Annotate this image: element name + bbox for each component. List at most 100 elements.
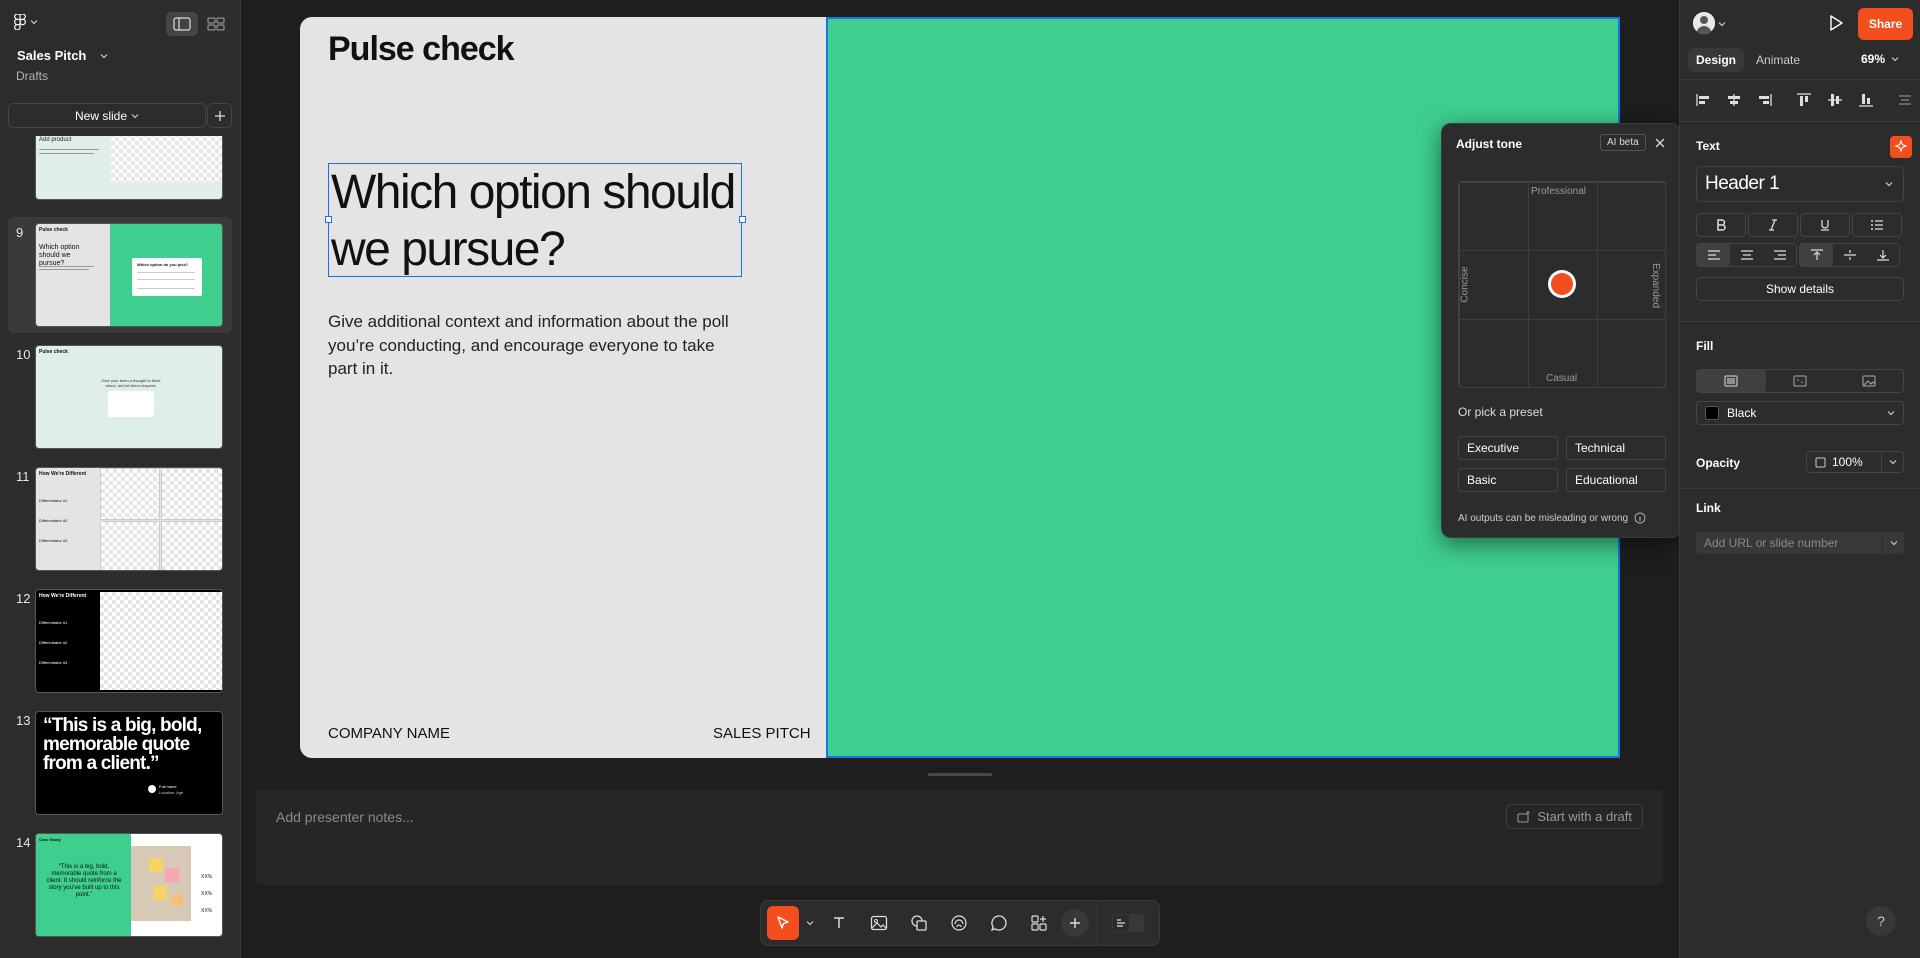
- slide-item-9[interactable]: 9 Pulse check Which option should we pur…: [8, 217, 232, 333]
- single-view-button[interactable]: [166, 12, 198, 36]
- list-button[interactable]: [1852, 213, 1902, 237]
- main-menu-button[interactable]: [14, 14, 38, 30]
- show-details-button[interactable]: Show details: [1696, 277, 1904, 301]
- image-placeholder: [111, 136, 222, 182]
- text-style-select[interactable]: Header 1: [1696, 166, 1904, 202]
- vertical-bottom-icon: [1876, 250, 1889, 261]
- underline-button[interactable]: [1800, 213, 1850, 237]
- fill-color-name: Black: [1727, 406, 1757, 420]
- italic-button[interactable]: [1748, 213, 1798, 237]
- grid-view-button[interactable]: [200, 12, 232, 36]
- help-button[interactable]: ?: [1866, 906, 1896, 936]
- slide-number: 9: [16, 225, 24, 240]
- chevron-down-icon[interactable]: [1718, 20, 1726, 28]
- align-middle-button[interactable]: [1820, 88, 1849, 112]
- figma-logo-icon: [14, 14, 26, 30]
- panel-layout-icon: [173, 17, 191, 31]
- slide-thumbnail: Pulse check Which option should we pursu…: [35, 223, 223, 327]
- chevron-down-icon: [131, 113, 139, 118]
- start-draft-button[interactable]: Start with a draft: [1506, 804, 1643, 829]
- tone-handle[interactable]: [1548, 270, 1576, 298]
- text-align-right-button[interactable]: [1763, 244, 1796, 266]
- info-icon[interactable]: [1634, 512, 1646, 524]
- image-tool-button[interactable]: [861, 906, 897, 940]
- align-left-button[interactable]: [1688, 88, 1717, 112]
- preset-educational[interactable]: Educational: [1566, 468, 1666, 492]
- vertical-align-top-button[interactable]: [1800, 244, 1833, 266]
- close-button[interactable]: [1650, 133, 1670, 153]
- share-button[interactable]: Share: [1858, 8, 1913, 40]
- fill-solid-tab[interactable]: [1697, 370, 1766, 392]
- resize-handle-left[interactable]: [325, 216, 332, 223]
- link-menu-button[interactable]: [1882, 532, 1904, 554]
- move-tool-button[interactable]: [767, 906, 799, 940]
- opacity-input[interactable]: 100%: [1806, 451, 1882, 473]
- shape-tool-button[interactable]: [901, 906, 937, 940]
- slide-footer-pitch[interactable]: SALES PITCH: [713, 725, 811, 742]
- slide-heading-textbox[interactable]: Which option should we pursue?: [328, 163, 742, 277]
- align-left-icon: [1695, 94, 1709, 106]
- text-tool-button[interactable]: [821, 906, 857, 940]
- present-button[interactable]: [1828, 14, 1844, 32]
- comment-icon: [990, 915, 1007, 932]
- zoom-control[interactable]: 69%: [1861, 52, 1899, 66]
- align-center-h-button[interactable]: [1719, 88, 1748, 112]
- slide-item-14[interactable]: 14 Case Study “This is a big, bold, memo…: [8, 827, 232, 943]
- chevron-down-icon: [30, 20, 38, 25]
- thumb-title: Pulse check: [39, 349, 68, 355]
- align-top-button[interactable]: [1789, 88, 1818, 112]
- tone-axis-top: Professional: [1531, 186, 1587, 197]
- slide-title[interactable]: Pulse check: [328, 30, 515, 69]
- preset-technical[interactable]: Technical: [1566, 436, 1666, 460]
- adjust-tone-panel: Adjust tone AI beta Professional Casual …: [1441, 123, 1681, 538]
- slide-body-text[interactable]: Give additional context and information …: [328, 310, 748, 381]
- move-tool-menu[interactable]: [803, 919, 817, 927]
- new-slide-button[interactable]: New slide: [8, 103, 206, 128]
- slide-company-name[interactable]: COMPANY NAME: [328, 725, 450, 742]
- sparkle-icon: [1894, 140, 1908, 153]
- presenter-notes[interactable]: Add presenter notes... Start with a draf…: [256, 790, 1663, 885]
- fill-gradient-tab[interactable]: [1766, 370, 1835, 392]
- slide-number: 11: [16, 469, 30, 484]
- opacity-menu-button[interactable]: [1882, 451, 1904, 473]
- fill-color-select[interactable]: Black: [1696, 401, 1904, 425]
- align-right-button[interactable]: [1750, 88, 1779, 112]
- avatar[interactable]: [1693, 12, 1715, 34]
- text-align-left-button[interactable]: [1697, 244, 1730, 266]
- align-top-icon: [1796, 93, 1811, 106]
- add-slide-button[interactable]: [207, 103, 232, 128]
- resize-handle-right[interactable]: [739, 216, 746, 223]
- preset-executive[interactable]: Executive: [1458, 436, 1558, 460]
- plus-icon: [1070, 918, 1080, 928]
- tab-design[interactable]: Design: [1688, 48, 1745, 72]
- dev-mode-toggle[interactable]: [1106, 906, 1150, 940]
- slide-item-13[interactable]: 13 “This is a big, bold, memorable quote…: [8, 705, 232, 821]
- text-align-left-icon: [1707, 250, 1720, 260]
- preset-label: Or pick a preset: [1458, 405, 1543, 419]
- interactive-tool-button[interactable]: [941, 906, 977, 940]
- tab-animate[interactable]: Animate: [1748, 48, 1808, 72]
- ai-text-button[interactable]: [1890, 136, 1912, 158]
- vertical-align-middle-button[interactable]: [1833, 244, 1866, 266]
- fill-image-tab[interactable]: [1834, 370, 1903, 392]
- file-title[interactable]: Sales Pitch: [17, 48, 108, 63]
- comment-tool-button[interactable]: [981, 906, 1017, 940]
- slide-item-10[interactable]: 10 Pulse check Give your team a thought …: [8, 339, 232, 455]
- thumb-title: How We're Different: [39, 593, 87, 599]
- slide-item-12[interactable]: 12 How We're Different Differentiator #1…: [8, 583, 232, 699]
- distribute-button[interactable]: [1890, 88, 1919, 112]
- link-input[interactable]: Add URL or slide number: [1696, 532, 1882, 554]
- align-bottom-icon: [1858, 94, 1873, 107]
- preset-basic[interactable]: Basic: [1458, 468, 1558, 492]
- slide-number: 14: [16, 835, 31, 850]
- widgets-tool-button[interactable]: [1021, 906, 1057, 940]
- align-bottom-button[interactable]: [1851, 88, 1880, 112]
- vertical-align-bottom-button[interactable]: [1866, 244, 1899, 266]
- bold-button[interactable]: [1696, 213, 1746, 237]
- insert-button[interactable]: [1061, 909, 1089, 937]
- notes-resize-grip[interactable]: [928, 773, 992, 776]
- tone-grid[interactable]: Professional Casual Concise Expanded: [1458, 181, 1666, 388]
- text-align-center-button[interactable]: [1730, 244, 1763, 266]
- slide-item-8[interactable]: Add product: [8, 136, 232, 206]
- slide-item-11[interactable]: 11 How We're Different Differentiator #1…: [8, 461, 232, 577]
